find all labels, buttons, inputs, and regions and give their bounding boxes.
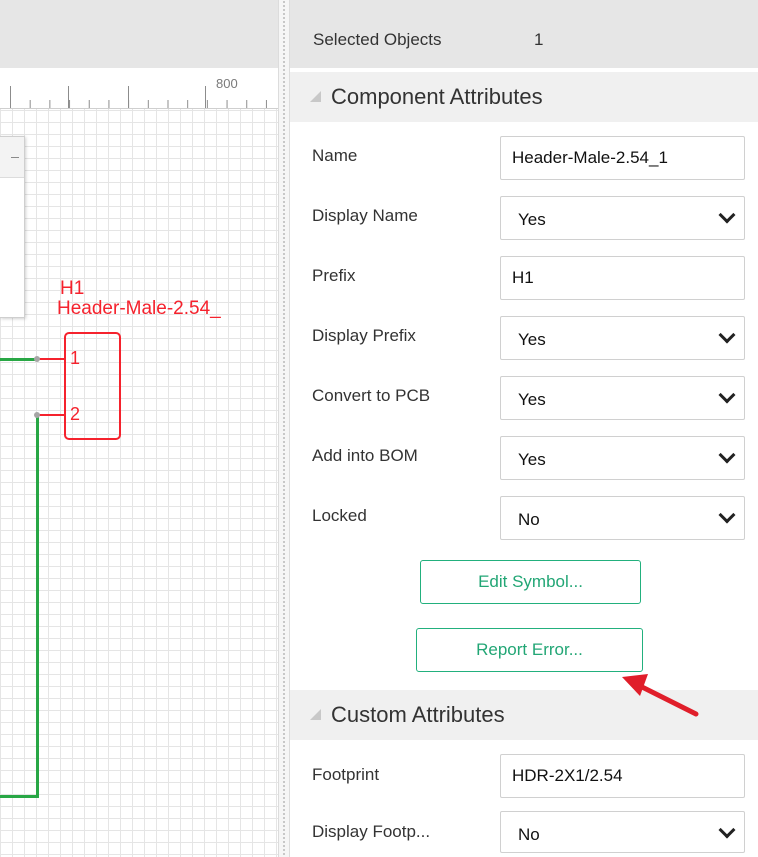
canvas-toolbar [0,0,278,68]
schematic-canvas[interactable]: 800 H1 Header-Male-2.54_ 1 2 [0,0,278,857]
display-prefix-select[interactable]: Yes [500,316,745,360]
display-footprint-label: Display Footp... [312,822,431,841]
selected-objects-bar: Selected Objects 1 [290,0,758,68]
properties-panel: Selected Objects 1 Component Attributes … [290,0,758,857]
pin-connection-dot [34,356,40,362]
select-value: Yes [518,330,546,349]
selected-objects-count: 1 [534,30,544,49]
select-value: Yes [518,450,546,469]
ruler-major-tick [68,86,69,108]
select-value: No [518,510,540,529]
chevron-down-icon [718,506,736,524]
select-value: Yes [518,390,546,409]
ruler-major-tick [128,86,129,108]
locked-select[interactable]: No [500,496,745,540]
chevron-down-icon [718,386,736,404]
prefix-input[interactable] [500,256,745,300]
floating-panel[interactable] [0,136,25,318]
annotation-arrow-icon [622,674,699,717]
chevron-down-icon [718,206,736,224]
add-into-bom-select[interactable]: Yes [500,436,745,480]
ruler-major-tick [205,86,206,108]
chevron-down-icon [718,446,736,464]
add-into-bom-label: Add into BOM [312,446,418,465]
display-name-label: Display Name [312,206,418,225]
section-title: Component Attributes [331,84,543,109]
name-label: Name [312,146,358,165]
locked-label: Locked [312,506,367,525]
select-value: Yes [518,210,546,229]
display-prefix-label: Display Prefix [312,326,416,345]
horizontal-ruler: 800 [0,68,278,109]
wire[interactable] [36,414,39,797]
ruler-label: 800 [216,76,238,91]
edit-symbol-button[interactable]: Edit Symbol... [420,560,641,604]
chevron-down-icon [718,326,736,344]
component-name-label[interactable]: Header-Male-2.54_ [57,299,221,318]
report-error-button[interactable]: Report Error... [416,628,643,672]
pin-connection-dot [34,412,40,418]
selected-objects-label: Selected Objects [313,30,442,49]
display-name-select[interactable]: Yes [500,196,745,240]
ruler-major-tick [10,86,11,108]
pin-number: 2 [70,404,81,424]
ruler-ticks [0,90,278,108]
display-footprint-select[interactable]: No [500,811,745,853]
collapse-triangle-icon[interactable] [310,709,321,720]
component-attributes-header[interactable]: Component Attributes [290,72,758,122]
name-input[interactable] [500,136,745,180]
panel-splitter[interactable] [278,0,290,857]
convert-to-pcb-select[interactable]: Yes [500,376,745,420]
splitter-grip [282,0,286,857]
collapse-triangle-icon[interactable] [310,91,321,102]
wire[interactable] [0,358,38,361]
convert-to-pcb-label: Convert to PCB [312,386,431,405]
prefix-label: Prefix [312,266,356,285]
pin-line [38,358,65,360]
wire[interactable] [0,795,39,798]
floating-panel-header[interactable] [0,137,24,178]
pin-number: 1 [70,348,81,368]
minimize-icon[interactable] [11,157,19,158]
footprint-label: Footprint [312,765,380,784]
pin-line [38,414,65,416]
component-designator[interactable]: H1 [60,279,84,298]
footprint-input[interactable] [500,754,745,798]
select-value: No [518,825,540,844]
section-title: Custom Attributes [331,702,505,727]
chevron-down-icon [718,821,736,839]
